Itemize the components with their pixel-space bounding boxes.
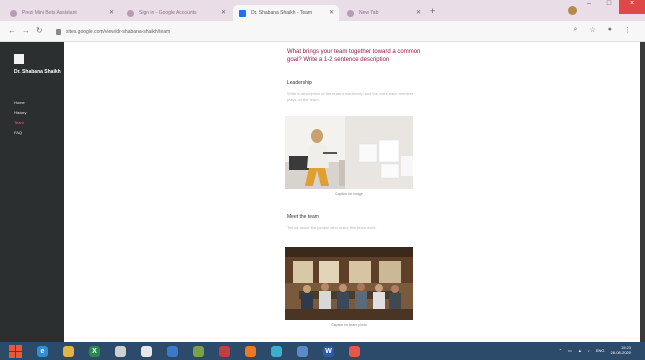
tool-icon[interactable]	[193, 345, 204, 357]
tray-chevron-icon[interactable]: ⌃	[559, 348, 562, 353]
paint-icon[interactable]	[115, 345, 126, 357]
maximize-button[interactable]: □	[599, 0, 619, 14]
firefox-icon[interactable]	[245, 345, 256, 357]
section-heading-leadership: Leadership	[287, 80, 312, 86]
browser-tab-strip: Prezi Mini Bots Assistant ✕ Sign in - Go…	[0, 0, 645, 21]
battery-icon[interactable]: ▭	[568, 348, 572, 353]
page-question-heading: What brings your team together toward a …	[287, 49, 421, 63]
windows-start-icon[interactable]	[9, 344, 22, 358]
team-image-caption: Caption for team photo	[331, 323, 367, 327]
browser-tab-1[interactable]: Prezi Mini Bots Assistant ✕	[4, 5, 119, 21]
team-image	[285, 247, 413, 320]
leadership-image-caption: Caption for image	[335, 192, 363, 196]
excel-icon[interactable]: X	[89, 345, 100, 357]
forward-icon[interactable]: →	[22, 26, 30, 35]
site-nav: Home History Team FAQ	[14, 100, 26, 135]
menu-icon[interactable]: ⋮	[624, 26, 631, 34]
people-icon[interactable]	[297, 345, 308, 357]
nav-item-home[interactable]: Home	[14, 100, 26, 105]
section-text-team: Tell us about the people who make this t…	[287, 225, 377, 230]
leadership-image	[285, 116, 413, 189]
taskbar-clock[interactable]: 15:23 28-08-2020	[611, 345, 631, 355]
tab-close-icon[interactable]: ✕	[416, 9, 421, 16]
site-title[interactable]: Dr. Shabana Shaikh	[14, 69, 62, 76]
system-tray: ⌃ ▭ ▲ ♪ ENG 15:23 28-08-2020	[559, 345, 631, 355]
browser-toolbar: ← → ↻ sites.google.com/view/dr-shabana-s…	[0, 21, 645, 42]
tab-title: Prezi Mini Bots Assistant	[22, 10, 77, 16]
windows-taskbar: e X W ⌃ ▭ ▲ ♪ ENG 15:23 28-08-2020	[0, 342, 645, 360]
site-logo	[14, 54, 24, 64]
browser-tab-3[interactable]: Dr. Shabana Shaikh - Team ✕	[233, 5, 339, 21]
store-icon[interactable]	[167, 345, 178, 357]
tab-title: New Tab	[359, 10, 379, 16]
leadership-photo-graphic	[285, 116, 413, 189]
zoom-icon[interactable]: ⌕	[574, 26, 578, 34]
toolbar-actions: ⌕ ☆ ● ⋮	[574, 26, 631, 34]
network-icon[interactable]: ▲	[578, 348, 582, 353]
camera-icon[interactable]	[271, 345, 282, 357]
section-text-leadership: Write a description of the team's leader…	[287, 91, 414, 102]
word-icon[interactable]: W	[323, 345, 334, 357]
tab-close-icon[interactable]: ✕	[329, 9, 334, 16]
back-icon[interactable]: ←	[8, 26, 16, 35]
security-icon[interactable]	[219, 345, 230, 357]
tab-favicon-icon	[347, 9, 354, 17]
volume-icon[interactable]: ♪	[588, 348, 590, 353]
address-bar-url: sites.google.com/view/dr-shabana-shaikh/…	[66, 28, 171, 35]
input-language[interactable]: ENG	[596, 348, 605, 353]
tab-close-icon[interactable]: ✕	[109, 9, 114, 16]
nav-item-history[interactable]: History	[14, 110, 26, 115]
tab-close-icon[interactable]: ✕	[221, 9, 226, 16]
team-photo-graphic	[285, 247, 413, 320]
tab-favicon-icon	[127, 9, 134, 17]
chrome-icon[interactable]	[141, 345, 152, 357]
clock-date: 28-08-2020	[610, 350, 631, 355]
profile-avatar[interactable]	[568, 6, 577, 15]
minimize-button[interactable]: –	[579, 0, 599, 14]
account-icon[interactable]: ●	[608, 26, 612, 34]
window-edge	[640, 42, 645, 342]
chrome-active-icon[interactable]	[349, 345, 360, 357]
nav-item-faq[interactable]: FAQ	[14, 130, 26, 135]
taskbar-app-list: eXW	[22, 345, 360, 357]
browser-tab-2[interactable]: Sign in - Google Accounts ✕	[121, 5, 231, 21]
page-content: What brings your team together toward a …	[64, 42, 645, 342]
lock-icon	[56, 28, 61, 35]
close-window-button[interactable]: ×	[619, 0, 645, 14]
folder-icon[interactable]	[63, 345, 74, 357]
section-heading-team: Meet the team	[287, 214, 319, 220]
window-controls: – □ ×	[579, 0, 645, 16]
new-tab-button[interactable]: +	[430, 6, 435, 16]
tab-title: Sign in - Google Accounts	[139, 10, 197, 16]
reload-icon[interactable]: ↻	[36, 26, 43, 35]
nav-item-team[interactable]: Team	[14, 120, 26, 125]
site-sidebar: Dr. Shabana Shaikh Home History Team FAQ	[0, 42, 64, 342]
tab-favicon-icon	[10, 9, 17, 17]
tab-title: Dr. Shabana Shaikh - Team	[251, 10, 313, 16]
bookmark-star-icon[interactable]: ☆	[589, 26, 595, 34]
address-bar[interactable]: sites.google.com/view/dr-shabana-shaikh/…	[56, 25, 566, 38]
edge-icon[interactable]: e	[37, 345, 48, 357]
google-sites-favicon-icon	[239, 9, 246, 17]
browser-tab-4[interactable]: New Tab ✕	[341, 5, 426, 21]
